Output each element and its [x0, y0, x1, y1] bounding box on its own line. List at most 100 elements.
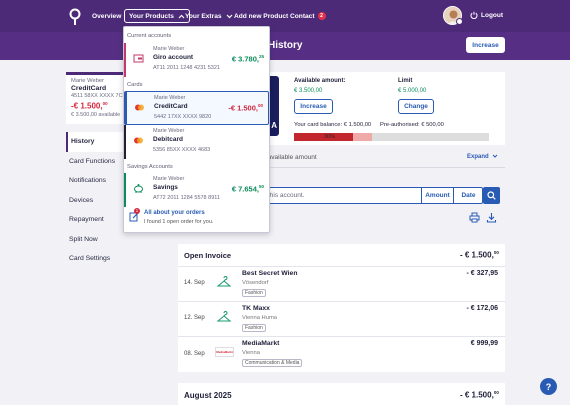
- limit-label: Limit: [398, 78, 413, 84]
- item-iban: AT11 2011 1248 4231 5321: [153, 65, 220, 71]
- logout-button[interactable]: Logout: [470, 11, 503, 19]
- item-color-bar: [124, 43, 126, 77]
- nav-your-extras-label: Your Extras: [185, 12, 222, 20]
- current-accounts-heading: Current accounts: [127, 33, 172, 39]
- all-about-orders-link[interactable]: All about your orders: [144, 210, 205, 216]
- item-color-bar: [124, 173, 126, 207]
- open-invoice-total: - € 1.500,00: [460, 250, 499, 260]
- avatar-status-icon: [456, 18, 463, 25]
- transaction-row[interactable]: 08. Sep MediaMarkt MediaMarkt Vienna Com…: [178, 337, 505, 371]
- bank-logo-icon[interactable]: [67, 8, 83, 26]
- preauthorised-text: Pre-authorised: € 500,00: [380, 122, 444, 128]
- page-title: History: [268, 40, 303, 51]
- power-icon: [470, 11, 478, 19]
- item-amount: € 7.654,50: [232, 184, 264, 194]
- mastercard-icon: [134, 137, 143, 144]
- open-orders-text: I found 1 open order for you.: [144, 219, 214, 225]
- increase-button[interactable]: Increase: [294, 99, 333, 114]
- month-total: - € 1.500,00: [460, 390, 499, 400]
- transaction-merchant: MediaMarkt: [242, 340, 280, 347]
- download-icon[interactable]: [486, 212, 497, 223]
- category-tag: Fashion: [242, 324, 266, 332]
- dropdown-item-giro-account[interactable]: Marie Weber Giro account AT11 2011 1248 …: [124, 43, 269, 77]
- month-title: August 2025: [184, 391, 232, 400]
- item-name: Giro account: [153, 54, 194, 61]
- transaction-location: Vienna: [242, 350, 260, 356]
- mediamarkt-logo-text: MediaMarkt: [216, 350, 233, 354]
- search-placeholder: this account.: [268, 192, 305, 199]
- logout-label: Logout: [481, 11, 504, 19]
- open-invoice-total-cents: 00: [493, 250, 499, 255]
- item-iban: AT72 2011 1284 5578 8911: [153, 195, 220, 201]
- item-owner: Marie Weber: [153, 46, 185, 52]
- category-tag: Communication & Media: [242, 359, 303, 367]
- filter-amount-tab[interactable]: Amount: [421, 188, 453, 203]
- card-balance-text: Your card balance: € 1.500,00: [294, 122, 372, 128]
- preauthorised-fill: [352, 133, 372, 141]
- limit-usage-percent: 30%: [324, 134, 336, 140]
- nav-your-products-label: Your Products: [129, 12, 174, 20]
- menu-item-card-settings[interactable]: Card Settings: [66, 249, 178, 269]
- item-amount-main: € 7.654,: [231, 184, 259, 194]
- dropdown-item-debitcard[interactable]: Marie Weber Debitcard 5356 85XX XXXX 468…: [124, 125, 269, 159]
- available-amount-value: € 3.500,00: [294, 88, 323, 94]
- transaction-amount: - € 327,95: [466, 270, 498, 277]
- transaction-location: Vösendorf: [242, 280, 269, 286]
- account-balance-cents: 00: [102, 101, 108, 106]
- transaction-merchant: TK Maxx: [242, 305, 270, 312]
- contact-badge: 2: [317, 12, 326, 20]
- hanger-icon: [216, 311, 232, 322]
- change-limit-button[interactable]: Change: [398, 99, 434, 114]
- item-color-bar: [125, 92, 127, 124]
- item-iban: 5442 17XX XXXX 9820: [154, 114, 212, 120]
- print-icon[interactable]: [469, 212, 480, 223]
- mediamarkt-logo: MediaMarkt: [215, 347, 234, 357]
- transaction-row[interactable]: 14. Sep Best Secret Wien Vösendorf Fashi…: [178, 267, 505, 300]
- transaction-date: 08. Sep: [184, 351, 205, 357]
- orders-badge: 1: [134, 208, 140, 214]
- dropdown-item-creditcard[interactable]: Marie Weber CreditCard 5442 17XX XXXX 98…: [124, 91, 269, 125]
- filter-date-tab[interactable]: Date: [453, 188, 483, 203]
- nav-contact-label: Contact: [290, 12, 315, 20]
- item-amount: -€ 1.500,00: [228, 103, 263, 113]
- hanger-icon: [216, 276, 232, 287]
- item-name: Savings: [153, 184, 178, 191]
- open-invoice-title: Open Invoice: [184, 251, 232, 260]
- question-icon: ?: [545, 381, 552, 392]
- nav-your-products[interactable]: Your Products: [124, 9, 190, 23]
- item-amount-cents: 00: [257, 103, 263, 108]
- expand-link[interactable]: Expand: [467, 154, 498, 160]
- month-total-cents: 00: [493, 390, 499, 395]
- transaction-date: 12. Sep: [184, 315, 205, 321]
- savings-accounts-heading: Savings Accounts: [127, 164, 173, 170]
- item-iban: 5356 85XX XXXX 4683: [153, 147, 211, 153]
- transaction-row[interactable]: 12. Sep TK Maxx Vienna Huma Fashion - € …: [178, 302, 505, 335]
- increase-limit-button[interactable]: Increase: [466, 37, 505, 53]
- card-logo-text: A: [271, 121, 277, 130]
- transaction-merchant: Best Secret Wien: [242, 270, 298, 277]
- limit-value: € 5.000,00: [398, 88, 427, 94]
- item-owner: Marie Weber: [153, 176, 185, 182]
- nav-add-new-product[interactable]: Add new Product: [234, 9, 288, 23]
- expand-label: Expand: [467, 154, 489, 160]
- search-icon: [487, 191, 496, 200]
- dropdown-item-savings[interactable]: Marie Weber Savings AT72 2011 1284 5578 …: [124, 173, 269, 207]
- month-total-main: - € 1.500,: [460, 390, 494, 400]
- account-balance-main: -€ 1.500,: [71, 101, 103, 111]
- orders-link-block[interactable]: 1 All about your orders I found 1 open o…: [129, 208, 267, 228]
- item-color-bar: [124, 125, 126, 159]
- item-amount-main: € 3.780,: [231, 54, 259, 64]
- nav-overview[interactable]: Overview: [92, 9, 121, 23]
- help-button[interactable]: ?: [540, 378, 557, 395]
- item-amount-cents: 25: [258, 54, 264, 59]
- transaction-location: Vienna Huma: [242, 315, 278, 321]
- search-button[interactable]: [483, 187, 500, 204]
- item-amount: € 3.780,25: [232, 54, 264, 64]
- wallet-icon: [133, 54, 144, 63]
- chevron-down-icon: [492, 154, 498, 158]
- nav-your-extras[interactable]: Your Extras: [185, 9, 233, 23]
- transaction-amount: - € 172,06: [466, 305, 498, 312]
- piggy-bank-icon: [134, 184, 143, 193]
- nav-contact[interactable]: Contact 2: [290, 9, 326, 23]
- cards-heading: Cards: [127, 82, 143, 88]
